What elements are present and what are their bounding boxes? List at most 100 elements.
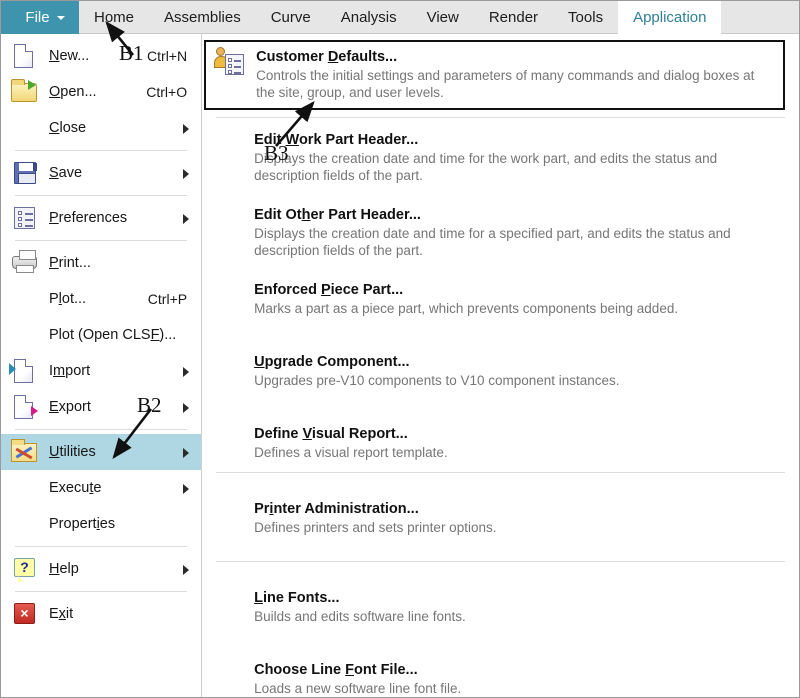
menu-item-import[interactable]: Import: [1, 353, 201, 389]
command-title: Line Fonts...: [254, 590, 340, 606]
menu-item-new[interactable]: New... Ctrl+N: [1, 38, 201, 74]
submenu-arrow-icon: [183, 169, 190, 179]
import-page-icon: [9, 357, 41, 385]
menu-separator: [15, 195, 188, 196]
tab-analysis-label: Analysis: [340, 9, 397, 26]
no-icon: [9, 510, 41, 538]
command-description: Displays the creation date and time for …: [254, 151, 718, 183]
tab-render-label: Render: [488, 9, 539, 26]
command-description: Defines printers and sets printer option…: [254, 520, 497, 535]
command-line-fonts[interactable]: Line Fonts... Builds and edits software …: [202, 585, 799, 629]
menu-item-open-shortcut: Ctrl+O: [146, 84, 188, 100]
save-floppy-icon: [9, 159, 41, 187]
menu-item-properties[interactable]: Properties: [1, 506, 201, 542]
tab-home[interactable]: Home: [79, 1, 149, 34]
tab-analysis[interactable]: Analysis: [326, 1, 412, 34]
menu-separator: [15, 429, 188, 430]
tab-assemblies-label: Assemblies: [164, 9, 241, 26]
command-edit-work-part-header[interactable]: Edit Work Part Header... Displays the cr…: [202, 127, 799, 188]
command-description: Defines a visual report template.: [254, 445, 448, 460]
menu-item-open-label: Open...: [49, 84, 97, 100]
menu-item-print[interactable]: Print...: [1, 245, 201, 281]
export-page-icon: [9, 393, 41, 421]
submenu-arrow-icon: [183, 214, 190, 224]
tab-file[interactable]: File: [1, 1, 79, 34]
command-printer-administration[interactable]: Printer Administration... Defines printe…: [202, 496, 799, 540]
tab-curve[interactable]: Curve: [256, 1, 326, 34]
menu-separator: [15, 240, 188, 241]
command-title: Enforced Piece Part...: [254, 282, 404, 298]
submenu-arrow-icon: [183, 403, 190, 413]
menu-item-save-label: Save: [49, 165, 83, 181]
menu-item-execute[interactable]: Execute: [1, 470, 201, 506]
menu-item-help[interactable]: ? Help: [1, 551, 201, 587]
menu-item-close[interactable]: Close: [1, 110, 201, 146]
tab-assemblies[interactable]: Assemblies: [149, 1, 256, 34]
command-choose-line-font-file[interactable]: Choose Line Font File... Loads a new sof…: [202, 657, 799, 697]
tab-application[interactable]: Application: [618, 1, 722, 34]
customer-defaults-icon: [214, 46, 248, 78]
submenu-arrow-icon: [183, 484, 190, 494]
menu-item-plot-open-clsf-label: Plot (Open CLSF)...: [49, 327, 177, 343]
command-upgrade-component[interactable]: Upgrade Component... Upgrades pre-V10 co…: [202, 349, 799, 393]
menu-item-utilities[interactable]: Utilities: [1, 434, 202, 470]
menu-item-new-shortcut: Ctrl+N: [147, 48, 188, 64]
menu-item-plot-shortcut: Ctrl+P: [147, 291, 188, 307]
command-customer-defaults[interactable]: Customer Defaults... Controls the initia…: [204, 40, 785, 110]
utilities-submenu-panel: Customer Defaults... Controls the initia…: [202, 34, 799, 697]
tab-tools-label: Tools: [568, 9, 604, 26]
annotation-b3: B3: [264, 141, 289, 165]
no-icon: [9, 474, 41, 502]
menu-item-execute-label: Execute: [49, 480, 102, 496]
command-title: Edit Work Part Header...: [254, 132, 419, 148]
command-define-visual-report[interactable]: Define Visual Report... Defines a visual…: [202, 421, 799, 465]
menu-item-import-label: Import: [49, 363, 91, 379]
submenu-arrow-icon: [183, 448, 190, 458]
tab-application-label: Application: [633, 9, 707, 26]
ribbon-spacer: [721, 1, 799, 33]
menu-item-exit-label: Exit: [49, 606, 74, 622]
menu-item-save[interactable]: Save: [1, 155, 201, 191]
menu-item-export-label: Export: [49, 399, 91, 415]
command-edit-other-part-header[interactable]: Edit Other Part Header... Displays the c…: [202, 202, 799, 263]
submenu-separator: [216, 117, 785, 118]
menu-separator: [15, 591, 188, 592]
tab-home-label: Home: [94, 9, 135, 26]
menu-item-export[interactable]: Export: [1, 389, 201, 425]
menu-item-plot[interactable]: Plot... Ctrl+P: [1, 281, 201, 317]
tab-view[interactable]: View: [412, 1, 474, 34]
submenu-separator: [216, 472, 785, 473]
annotation-b2: B2: [137, 393, 162, 417]
menu-item-open[interactable]: Open... Ctrl+O: [1, 74, 201, 110]
command-description: Controls the initial settings and parame…: [256, 68, 755, 100]
new-page-icon: [9, 42, 41, 70]
menu-item-preferences[interactable]: Preferences: [1, 200, 201, 236]
tab-render[interactable]: Render: [474, 1, 553, 34]
command-title: Define Visual Report...: [254, 426, 408, 442]
menu-item-plot-label: Plot...: [49, 291, 87, 307]
tab-tools[interactable]: Tools: [553, 1, 618, 34]
menu-item-close-label: Close: [49, 120, 87, 136]
submenu-arrow-icon: [183, 367, 190, 377]
file-menu-panel: New... Ctrl+N Open... Ctrl+O Close Save: [1, 34, 203, 697]
menu-item-plot-open-clsf[interactable]: Plot (Open CLSF)...: [1, 317, 201, 353]
menu-item-help-label: Help: [49, 561, 79, 577]
command-description: Displays the creation date and time for …: [254, 226, 731, 258]
printer-icon: [9, 249, 41, 277]
annotation-b1: B1: [119, 41, 144, 65]
menu-item-exit[interactable]: × Exit: [1, 596, 201, 632]
command-description: Loads a new software line font file.: [254, 681, 462, 696]
command-enforced-piece-part[interactable]: Enforced Piece Part... Marks a part as a…: [202, 277, 799, 321]
command-title: Printer Administration...: [254, 501, 419, 517]
nx-file-menu-window: File Home Assemblies Curve Analysis View…: [0, 0, 800, 698]
menu-item-utilities-label: Utilities: [49, 444, 96, 460]
command-title: Upgrade Component...: [254, 354, 410, 370]
menu-separator: [15, 150, 188, 151]
